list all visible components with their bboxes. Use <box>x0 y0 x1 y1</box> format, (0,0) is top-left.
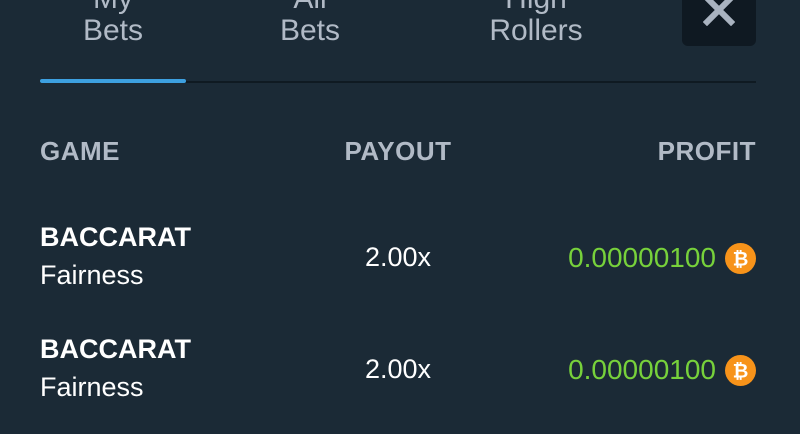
tab-my-bets[interactable]: My Bets <box>40 0 186 84</box>
game-name: BACCARAT <box>40 334 191 364</box>
column-header-payout: PAYOUT <box>344 136 452 166</box>
bitcoin-icon: ₿ <box>725 243 756 274</box>
close-x-icon <box>703 0 735 26</box>
tab-label-line2: Rollers <box>489 14 583 47</box>
payout-value: 2.00x <box>364 354 432 384</box>
profit-value: 0.00000100 <box>568 242 716 273</box>
table-row[interactable]: BACCARAT Fairness 2.00x 0.00000100 ₿ <box>0 334 800 434</box>
payout-value: 2.00x <box>364 242 432 272</box>
svg-text:₿: ₿ <box>733 360 749 382</box>
close-button[interactable] <box>682 0 756 46</box>
tab-high-rollers[interactable]: High Rollers <box>430 0 642 84</box>
bets-tabs: My Bets All Bets High Rollers <box>0 0 800 84</box>
column-header-game: GAME <box>40 136 120 166</box>
profit-value: 0.00000100 <box>568 354 716 385</box>
active-tab-indicator <box>40 79 186 83</box>
game-name: BACCARAT <box>40 222 191 252</box>
svg-text:₿: ₿ <box>733 248 749 270</box>
table-row[interactable]: BACCARAT Fairness 2.00x 0.00000100 ₿ <box>0 222 800 322</box>
table-header: GAME PAYOUT PROFIT <box>0 136 800 172</box>
tab-label-line2: Bets <box>82 14 144 47</box>
tab-all-bets[interactable]: All Bets <box>230 0 390 84</box>
game-fairness-link[interactable]: Fairness <box>40 372 144 403</box>
game-fairness-link[interactable]: Fairness <box>40 260 144 291</box>
column-header-profit: PROFIT <box>657 136 756 166</box>
bitcoin-icon: ₿ <box>725 355 756 386</box>
tab-label-line2: Bets <box>279 14 341 47</box>
